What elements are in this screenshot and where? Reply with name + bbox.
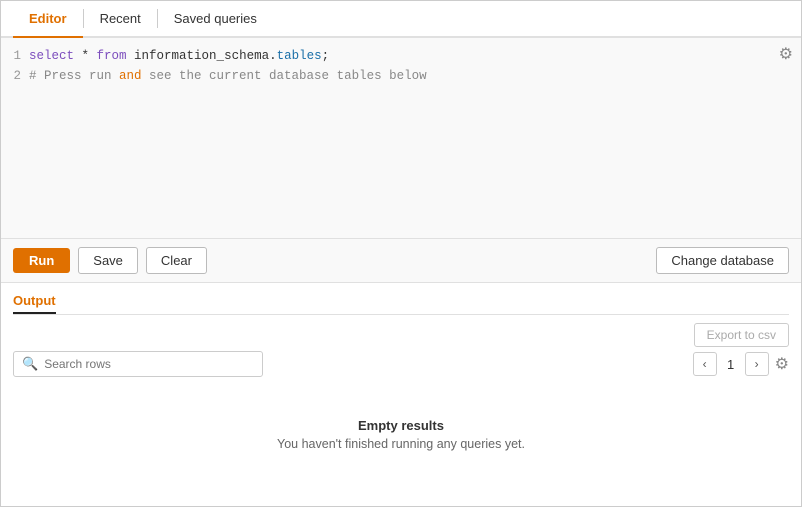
output-section: Output Export to csv 🔍 ‹ 1 › ⚙ Empty res… (1, 283, 801, 506)
pagination: ‹ 1 › ⚙ (693, 352, 789, 376)
main-window: Editor Recent Saved queries ⚙ 1 2 select… (0, 0, 802, 507)
pagination-current-page: 1 (723, 357, 739, 372)
empty-results-subtitle: You haven't finished running any queries… (277, 437, 525, 451)
tab-bar: Editor Recent Saved queries (1, 1, 801, 38)
line-num-1: 1 (11, 46, 21, 66)
code-content[interactable]: select * from information_schema.tables;… (29, 46, 801, 230)
pagination-prev-button[interactable]: ‹ (693, 352, 717, 376)
pagination-next-button[interactable]: › (745, 352, 769, 376)
editor-settings-icon[interactable]: ⚙ (779, 44, 793, 64)
empty-results-title: Empty results (358, 418, 444, 433)
run-button[interactable]: Run (13, 248, 70, 273)
pagination-settings-icon[interactable]: ⚙ (775, 354, 789, 374)
save-button[interactable]: Save (78, 247, 138, 274)
output-header-row: Export to csv (13, 315, 789, 351)
tab-saved-queries[interactable]: Saved queries (158, 1, 273, 38)
code-editor[interactable]: 1 2 select * from information_schema.tab… (1, 38, 801, 238)
editor-section: ⚙ 1 2 select * from information_schema.t… (1, 38, 801, 238)
search-pagination-row: 🔍 ‹ 1 › ⚙ (13, 351, 789, 377)
line-numbers: 1 2 (1, 46, 29, 230)
clear-button[interactable]: Clear (146, 247, 207, 274)
output-label: Output (13, 283, 789, 314)
export-csv-button[interactable]: Export to csv (694, 323, 789, 347)
tab-editor[interactable]: Editor (13, 1, 83, 38)
editor-toolbar: Run Save Clear Change database (1, 238, 801, 283)
change-database-button[interactable]: Change database (656, 247, 789, 274)
empty-results-area: Empty results You haven't finished runni… (13, 383, 789, 506)
line-num-2: 2 (11, 66, 21, 86)
search-box[interactable]: 🔍 (13, 351, 263, 377)
search-input[interactable] (44, 357, 254, 371)
search-icon: 🔍 (22, 356, 38, 372)
tab-recent[interactable]: Recent (84, 1, 157, 38)
